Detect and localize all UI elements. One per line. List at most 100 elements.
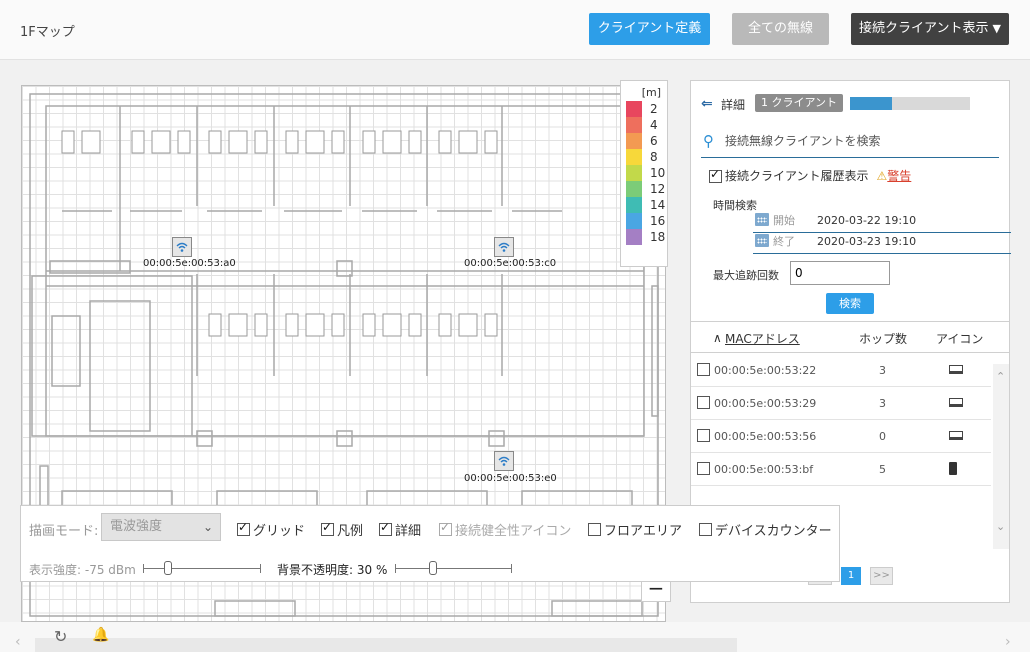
calendar-icon (755, 213, 769, 226)
layer-option[interactable]: グリッド (237, 520, 305, 539)
table-row[interactable]: 00:00:5e:00:53:56 0 (691, 420, 991, 453)
device-type (949, 396, 963, 410)
draw-mode-value: 電波強度 (110, 519, 163, 534)
search-icon: ⚲ (703, 132, 714, 150)
background-opacity-slider[interactable] (395, 561, 512, 575)
row-checkbox[interactable] (697, 363, 710, 376)
bell-icon[interactable]: 🔔 (92, 627, 109, 643)
layer-option[interactable]: デバイスカウンター (699, 520, 832, 539)
access-point-label: 00:00:5e:00:53:c0 (464, 258, 557, 269)
access-point-label: 00:00:5e:00:53:a0 (143, 258, 236, 269)
start-label: 開始 (773, 214, 795, 227)
table-row[interactable]: 00:00:5e:00:53:22 3 (691, 354, 991, 387)
legend-swatch (626, 181, 642, 197)
wifi-icon (498, 242, 510, 252)
layer-option-label: フロアエリア (604, 524, 683, 539)
wifi-icon (176, 242, 188, 252)
calendar-icon (755, 234, 769, 247)
table-scrollbar[interactable]: ⌃ ⌄ (993, 364, 1009, 549)
scroll-up-icon[interactable]: ⌃ (996, 370, 1005, 383)
table-row[interactable]: 00:00:5e:00:53:bf 5 (691, 453, 991, 486)
load-progress-bar (850, 97, 970, 110)
legend-item: 6 (626, 133, 666, 149)
legend-value: 12 (650, 182, 666, 196)
legend-item: 8 (626, 149, 666, 165)
mac-column-header[interactable]: MACアドレス (725, 330, 800, 347)
history-option[interactable]: 接続クライアント履歴表示 ⚠警告 (709, 167, 911, 184)
layer-option-label: 接続健全性アイコン (455, 524, 572, 539)
end-label: 終了 (773, 235, 795, 248)
layer-option-label: グリッド (253, 524, 306, 539)
search-button[interactable]: 検索 (826, 293, 874, 314)
layer-option[interactable]: フロアエリア (588, 520, 682, 539)
row-checkbox[interactable] (697, 396, 710, 409)
layer-option[interactable]: 詳細 (379, 520, 421, 539)
scroll-left-icon[interactable]: ‹ (15, 634, 21, 650)
legend-swatch (626, 117, 642, 133)
mac-address: 00:00:5e:00:53:29 (714, 397, 817, 410)
slider-tick (511, 564, 512, 573)
legend-swatch (626, 101, 642, 117)
device-type (949, 363, 963, 377)
slider-tick (143, 564, 144, 573)
layer-option[interactable]: 接続健全性アイコン (439, 520, 571, 539)
layer-option-checkbox[interactable] (439, 520, 452, 536)
layer-option-checkbox[interactable] (588, 523, 601, 536)
row-checkbox[interactable] (697, 429, 710, 442)
legend-swatch (626, 229, 642, 245)
slider-thumb[interactable] (428, 561, 437, 575)
slider-tick (260, 564, 261, 573)
legend-value: 8 (650, 150, 658, 164)
device-type (949, 462, 957, 478)
signal-strength-slider[interactable] (143, 561, 261, 575)
hop-count: 3 (879, 364, 886, 377)
layer-option-checkbox[interactable] (699, 523, 712, 536)
legend-value: 2 (650, 102, 658, 116)
laptop-icon (949, 398, 963, 407)
slider-thumb[interactable] (164, 561, 172, 575)
next-page-button[interactable]: >> (870, 567, 893, 585)
legend-value: 4 (650, 118, 658, 132)
background-opacity-label: 背景不透明度: 30 % (277, 563, 388, 577)
warning-link[interactable]: 警告 (887, 169, 911, 183)
connected-clients-dropdown[interactable]: 接続クライアント表示 ▼ (851, 13, 1009, 45)
device-type (949, 429, 963, 443)
page-title: 1Fマップ (20, 25, 75, 40)
map-control-bar: 描画モード: 電波強度 ⌄ グリッド 凡例 詳細 接続健全性アイコン フロアエリア デバイ… (20, 505, 840, 582)
client-definition-button[interactable]: クライアント定義 (589, 13, 710, 45)
end-date-field[interactable]: 終了 2020-03-23 19:10 (753, 232, 1011, 254)
horizontal-scroll-track[interactable] (35, 638, 737, 652)
caret-down-icon: ▼ (992, 22, 1001, 35)
sort-ascending-icon[interactable]: ∧ (713, 331, 722, 345)
client-search-input[interactable] (725, 130, 995, 152)
time-search-label: 時間検索 (713, 199, 757, 212)
all-wireless-button[interactable]: 全ての無線 (732, 13, 829, 45)
history-checkbox[interactable] (709, 167, 722, 183)
slider-tick (395, 564, 396, 573)
access-point-icon[interactable] (172, 237, 192, 257)
refresh-icon[interactable]: ↻ (54, 627, 67, 646)
current-page-button[interactable]: 1 (841, 567, 861, 585)
hop-count: 5 (879, 463, 886, 476)
legend-item: 2 (626, 101, 666, 117)
layer-option-checkbox[interactable] (237, 520, 250, 536)
layer-option-checkbox[interactable] (379, 520, 392, 536)
scroll-right-icon[interactable]: › (1005, 634, 1011, 650)
scroll-down-icon[interactable]: ⌄ (996, 520, 1005, 533)
table-row[interactable]: 00:00:5e:00:53:29 3 (691, 387, 991, 420)
max-trace-label: 最大追跡回数 (713, 269, 779, 282)
access-point-icon[interactable] (494, 237, 514, 257)
layer-option[interactable]: 凡例 (321, 520, 363, 539)
collapse-panel-icon[interactable]: ⇐ (701, 96, 713, 112)
history-label: 接続クライアント履歴表示 (725, 169, 869, 183)
max-trace-input[interactable] (790, 261, 890, 285)
legend-item: 16 (626, 213, 666, 229)
legend-item: 18 (626, 229, 666, 245)
layer-option-checkbox[interactable] (321, 520, 334, 536)
row-checkbox[interactable] (697, 462, 710, 475)
draw-mode-select[interactable]: 電波強度 ⌄ (101, 513, 221, 541)
start-date-field[interactable]: 開始 2020-03-22 19:10 (753, 211, 1011, 233)
phone-icon (949, 462, 957, 475)
access-point-icon[interactable] (494, 451, 514, 471)
legend-value: 16 (650, 214, 666, 228)
